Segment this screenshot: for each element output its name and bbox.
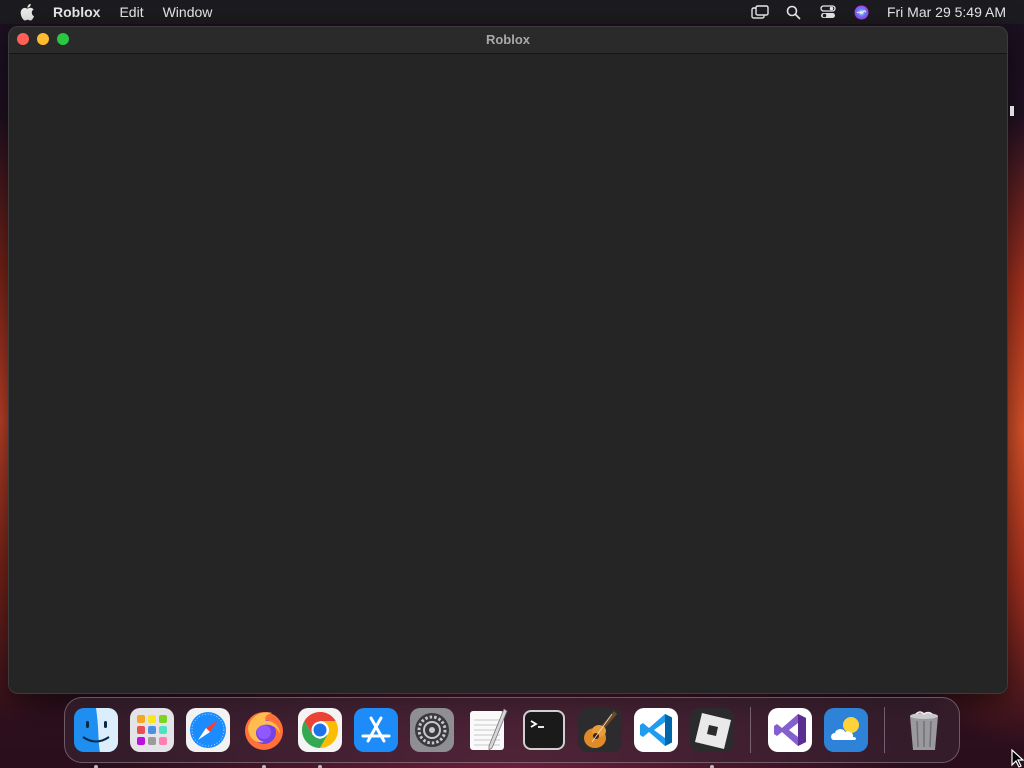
- weather-icon: [824, 708, 868, 752]
- dock-safari[interactable]: [186, 708, 230, 752]
- vscode-icon: [634, 708, 678, 752]
- siri-icon[interactable]: [853, 4, 871, 20]
- dock-finder[interactable]: [74, 708, 118, 768]
- finder-icon: [74, 708, 118, 752]
- dock-trash[interactable]: [902, 708, 946, 752]
- dock-roblox[interactable]: [690, 708, 734, 768]
- window-titlebar[interactable]: Roblox: [9, 27, 1007, 54]
- dock-weather[interactable]: [824, 708, 868, 752]
- menu-bar: Roblox Edit Window Fri Mar 29 5:49 AM: [0, 0, 1024, 24]
- menu-edit[interactable]: Edit: [119, 4, 143, 20]
- visual-studio-icon: [768, 708, 812, 752]
- screen-mirroring-icon[interactable]: [751, 4, 769, 20]
- dock-app-store[interactable]: [354, 708, 398, 752]
- apple-menu-icon[interactable]: [19, 3, 37, 21]
- menu-app-name[interactable]: Roblox: [53, 4, 100, 20]
- dock-separator: [884, 707, 885, 753]
- app-store-icon: [354, 708, 398, 752]
- firefox-icon: [245, 712, 283, 750]
- safari-icon: [186, 708, 230, 752]
- menu-window[interactable]: Window: [163, 4, 213, 20]
- roblox-icon: [690, 708, 734, 752]
- window-title: Roblox: [485, 32, 531, 47]
- dock-separator: [750, 707, 751, 753]
- trash-icon: [910, 711, 938, 750]
- spotlight-search-icon[interactable]: [785, 4, 803, 20]
- control-center-icon[interactable]: [819, 4, 837, 20]
- dock-terminal[interactable]: [522, 708, 566, 752]
- dock-garageband[interactable]: [578, 708, 622, 752]
- dock-chrome[interactable]: [298, 708, 342, 768]
- dock-firefox[interactable]: [242, 708, 286, 768]
- dock-textedit[interactable]: [466, 708, 510, 752]
- system-settings-icon: [410, 708, 454, 752]
- background-window-edge: [1010, 106, 1014, 116]
- garageband-icon: [578, 708, 622, 752]
- dock-system-settings[interactable]: [410, 708, 454, 752]
- launchpad-icon: [130, 708, 174, 752]
- dock: [64, 697, 960, 768]
- roblox-window: Roblox: [8, 26, 1008, 694]
- menu-clock[interactable]: Fri Mar 29 5:49 AM: [887, 4, 1006, 20]
- dock-launchpad[interactable]: [130, 708, 174, 752]
- dock-visual-studio[interactable]: [768, 708, 812, 752]
- terminal-icon: [523, 710, 565, 750]
- dock-vscode[interactable]: [634, 708, 678, 752]
- mouse-cursor-icon: [1011, 748, 1024, 768]
- window-content[interactable]: [9, 55, 1007, 693]
- textedit-icon: [470, 708, 508, 751]
- chrome-icon: [298, 708, 342, 752]
